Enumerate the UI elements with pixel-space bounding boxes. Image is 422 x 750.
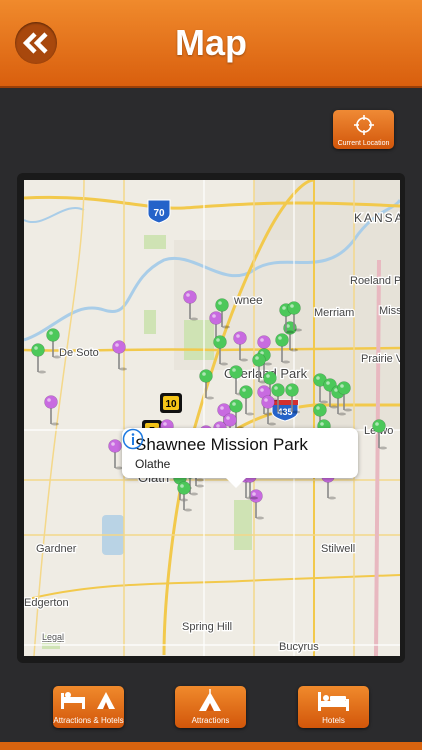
park-area [144, 310, 156, 334]
callout-subtitle: Olathe [135, 457, 171, 471]
map-pin-green[interactable] [199, 369, 215, 400]
map-pin-purple[interactable] [112, 340, 128, 371]
tent-icon [199, 689, 221, 711]
callout-title: Shawnee Mission Park [135, 435, 308, 454]
info-icon[interactable] [122, 428, 144, 450]
interstate-435-shield: 435 [271, 399, 299, 422]
tab-label: Attractions [191, 716, 230, 725]
road [33, 180, 85, 656]
map-view[interactable]: 70 10 7 435 KANSA Roeland Pa wnee Merria… [24, 180, 400, 656]
bottom-tab-bar: Attractions & Hotels Attractions Hotels [0, 680, 422, 750]
bed-and-tent-icon [61, 692, 115, 709]
label-prairie-village: Prairie V [361, 353, 400, 365]
label-kansas-city: KANSA [354, 211, 400, 225]
bottom-accent-strip [0, 742, 422, 750]
hwy10-label: 10 [165, 399, 177, 410]
river [24, 207, 85, 223]
interstate-70-shield: 70 [147, 199, 171, 224]
label-stilwell: Stilwell [321, 543, 355, 555]
tab-attractions[interactable]: Attractions [175, 686, 246, 728]
highway [24, 574, 400, 601]
highway-10-shield: 10 [160, 393, 182, 413]
park-area [234, 500, 252, 550]
tab-label: Hotels [322, 716, 345, 725]
label-de-soto: De Soto [59, 347, 99, 359]
legal-link: Legal [42, 632, 64, 642]
tab-hotels[interactable]: Hotels [298, 686, 369, 728]
label-bucyrus: Bucyrus [279, 641, 319, 653]
label-gardner: Gardner [36, 543, 77, 555]
map-canvas[interactable]: 70 10 7 435 KANSA Roeland Pa wnee Merria… [24, 180, 400, 656]
park-area [184, 320, 214, 360]
map-pin-green[interactable] [31, 343, 47, 374]
park-area [144, 235, 166, 249]
label-shawnee: wnee [233, 293, 263, 307]
map-pin-purple[interactable] [108, 439, 124, 470]
label-merriam: Merriam [314, 307, 354, 319]
current-location-label: Current Location [337, 140, 390, 147]
header-bar: Map [0, 0, 422, 88]
label-edgerton: Edgerton [24, 597, 69, 609]
page-title: Map [175, 22, 247, 63]
map-callout[interactable]: Shawnee Mission Park Olathe [122, 428, 358, 488]
tab-label: Attractions & Hotels [53, 716, 124, 725]
label-spring-hill: Spring Hill [182, 621, 232, 633]
crosshair-icon [354, 115, 374, 135]
current-location-button[interactable]: Current Location [333, 110, 394, 149]
tab-attractions-and-hotels[interactable]: Attractions & Hotels [53, 686, 124, 728]
label-roeland-park: Roeland Pa [350, 275, 400, 287]
bed-icon [318, 692, 349, 711]
i70-label: 70 [153, 208, 165, 219]
map-pin-green[interactable] [239, 385, 255, 416]
label-mission: Miss [379, 305, 400, 317]
